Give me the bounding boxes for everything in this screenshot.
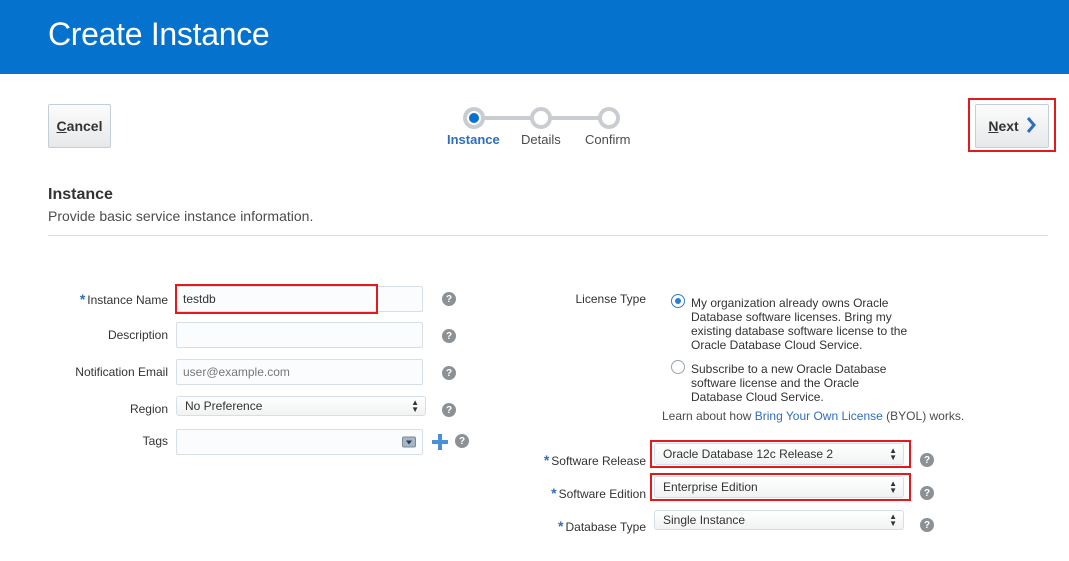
cancel-label: ancel <box>66 118 103 134</box>
help-icon[interactable]: ? <box>920 453 934 467</box>
tags-label: Tags <box>142 434 168 448</box>
help-icon[interactable]: ? <box>920 486 934 500</box>
required-marker: * <box>551 485 557 501</box>
help-icon[interactable]: ? <box>442 366 456 380</box>
updown-arrow-icon: ▲ ▼ <box>411 398 419 414</box>
license-option-subscribe-line: Subscribe to a new Oracle Database <box>691 362 887 376</box>
license-option-byol-radio[interactable] <box>671 294 685 308</box>
help-icon[interactable]: ? <box>442 329 456 343</box>
cancel-button[interactable]: Cancel <box>48 104 111 148</box>
plus-icon[interactable] <box>432 434 448 450</box>
description-label: Description <box>107 328 168 342</box>
dropdown-arrow-icon[interactable] <box>402 436 416 448</box>
required-marker: * <box>543 452 550 468</box>
train-label-details[interactable]: Details <box>521 132 561 147</box>
help-icon[interactable]: ? <box>920 518 934 532</box>
software-edition-select[interactable]: Enterprise Edition ▲ ▼ <box>654 476 904 498</box>
required-marker: * <box>79 291 86 307</box>
updown-arrow-icon: ▲ ▼ <box>889 446 897 462</box>
train-stop-details[interactable] <box>530 107 552 129</box>
region-select[interactable]: No Preference ▲ ▼ <box>176 396 426 416</box>
license-option-byol-line: Oracle Database Cloud Service. <box>691 338 863 352</box>
notification-email-label: Notification Email <box>75 365 168 379</box>
license-type-label: License Type <box>575 292 647 306</box>
software-release-value: Oracle Database 12c Release 2 <box>663 447 834 461</box>
instance-name-label: * Instance Name <box>60 291 168 307</box>
page-header: Create Instance <box>0 0 1069 74</box>
license-option-byol-line: existing database software license to th… <box>691 324 908 338</box>
section-title: Instance <box>48 186 113 203</box>
help-icon[interactable]: ? <box>455 434 469 448</box>
byol-info: Learn about how Bring Your Own License (… <box>662 409 964 423</box>
software-release-label: * Software Release <box>516 452 646 468</box>
tags-input[interactable] <box>176 429 423 455</box>
software-edition-label-text: Software Edition <box>558 487 646 501</box>
database-type-value: Single Instance <box>663 513 746 527</box>
train-stop-instance[interactable] <box>463 107 485 129</box>
byol-suffix: (BYOL) works. <box>882 409 965 423</box>
help-icon[interactable]: ? <box>442 403 456 417</box>
instance-name-input[interactable]: testdb <box>176 286 423 312</box>
train-stop-confirm[interactable] <box>598 107 620 129</box>
updown-arrow-icon: ▲ ▼ <box>889 512 897 528</box>
byol-prefix: Learn about how <box>662 409 755 423</box>
license-option-byol-text: My organization already owns Oracle Data… <box>691 296 921 352</box>
instance-name-label-text: Instance Name <box>87 293 168 307</box>
license-option-subscribe-line: Database Cloud Service. <box>691 390 824 404</box>
train-label-instance[interactable]: Instance <box>447 132 500 147</box>
byol-link[interactable]: Bring Your Own License <box>755 409 883 423</box>
database-type-select[interactable]: Single Instance ▲ ▼ <box>654 510 904 530</box>
license-option-subscribe-radio[interactable] <box>671 360 685 374</box>
software-edition-label: * Software Edition <box>516 485 646 501</box>
cancel-mnemonic: C <box>56 118 67 134</box>
next-label: ext <box>998 118 1019 134</box>
page-title: Create Instance <box>48 16 270 52</box>
license-option-subscribe-line: software license and the Oracle <box>691 376 860 390</box>
software-release-select[interactable]: Oracle Database 12c Release 2 ▲ ▼ <box>654 443 904 465</box>
license-option-byol-line: Database software licenses. Bring my <box>691 310 892 324</box>
required-marker: * <box>558 518 564 534</box>
database-type-label-text: Database Type <box>565 520 646 534</box>
license-option-subscribe-text: Subscribe to a new Oracle Database softw… <box>691 362 921 404</box>
next-button[interactable]: Next <box>975 104 1049 148</box>
section-divider <box>48 235 1048 236</box>
region-value: No Preference <box>185 399 263 413</box>
software-release-label-text: Software Release <box>551 454 646 468</box>
section-description: Provide basic service instance informati… <box>48 208 314 224</box>
next-mnemonic: N <box>988 118 999 134</box>
description-input[interactable] <box>176 322 423 348</box>
chevron-right-icon <box>1026 116 1036 136</box>
notification-email-input[interactable]: user@example.com <box>176 359 423 385</box>
train-label-confirm[interactable]: Confirm <box>585 132 631 147</box>
updown-arrow-icon: ▲ ▼ <box>889 479 897 495</box>
help-icon[interactable]: ? <box>442 292 456 306</box>
license-option-byol-line: My organization already owns Oracle <box>691 296 889 310</box>
database-type-label: * Database Type <box>516 518 646 534</box>
region-label: Region <box>129 402 168 416</box>
software-edition-value: Enterprise Edition <box>663 480 758 494</box>
